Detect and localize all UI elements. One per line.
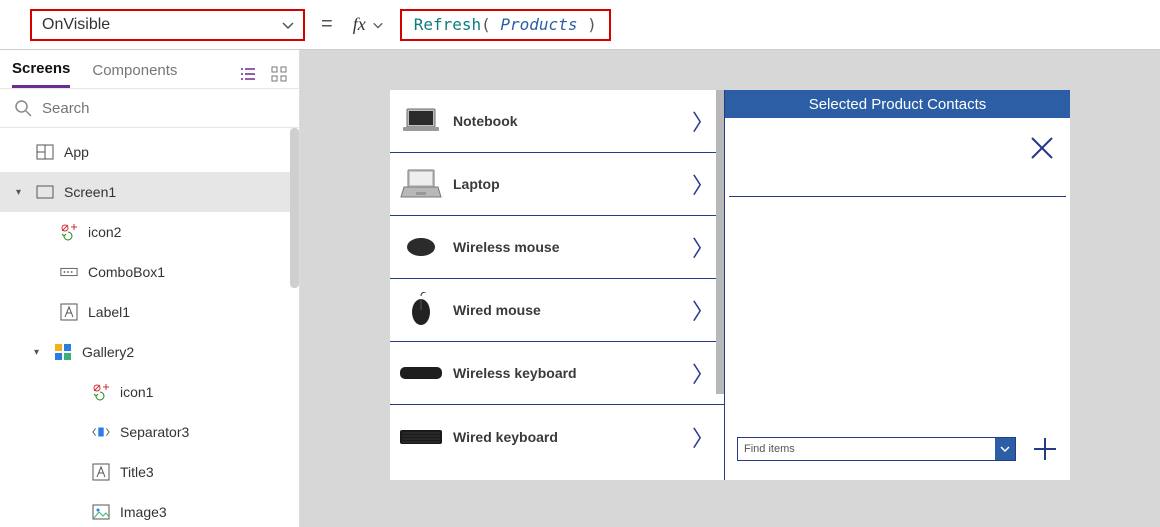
tab-screens[interactable]: Screens xyxy=(12,60,70,88)
gallery-item[interactable]: Wired mouse 〉 xyxy=(390,279,724,342)
tree-gallery2-label: Gallery2 xyxy=(82,344,134,360)
tree-icon1[interactable]: icon1 xyxy=(0,372,299,412)
app-icon xyxy=(36,143,54,161)
tree-icon1-label: icon1 xyxy=(120,384,153,400)
notebook-image xyxy=(398,101,443,141)
app-screen: Notebook 〉 Laptop 〉 Wireless mouse 〉 xyxy=(390,90,1070,480)
panel-tabs: Screens Components xyxy=(0,50,299,88)
tree-image3-label: Image3 xyxy=(120,504,167,520)
gallery-item-label: Wireless keyboard xyxy=(453,365,682,381)
tree-combobox1[interactable]: ComboBox1 xyxy=(0,252,299,292)
tree-title3-label: Title3 xyxy=(120,464,154,480)
chevron-down-icon xyxy=(995,438,1015,460)
gallery-item-label: Notebook xyxy=(453,113,682,129)
paren-open: ( xyxy=(481,15,500,34)
paren-close: ) xyxy=(577,15,596,34)
separator xyxy=(729,196,1066,197)
wired-keyboard-image xyxy=(398,417,443,457)
close-icon[interactable] xyxy=(1028,134,1056,162)
formula-bar: OnVisible = fx Refresh( Products ) xyxy=(0,0,1160,50)
wired-mouse-image xyxy=(398,290,443,330)
detail-header: Selected Product Contacts xyxy=(725,90,1070,118)
gallery-icon xyxy=(54,343,72,361)
grid-view-icon[interactable] xyxy=(271,66,287,82)
gallery-item[interactable]: Notebook 〉 xyxy=(390,90,724,153)
tree-combobox1-label: ComboBox1 xyxy=(88,264,165,280)
gallery-item-label: Laptop xyxy=(453,176,682,192)
chevron-right-icon: 〉 xyxy=(692,421,714,453)
chevron-down-icon xyxy=(372,19,384,31)
list-view-icon[interactable] xyxy=(239,66,257,82)
canvas: Notebook 〉 Laptop 〉 Wireless mouse 〉 xyxy=(300,50,1160,527)
tree-app-label: App xyxy=(64,144,89,160)
scrollbar[interactable] xyxy=(716,90,724,394)
tree-label1[interactable]: Label1 xyxy=(0,292,299,332)
gallery-item[interactable]: Wired keyboard 〉 xyxy=(390,405,724,468)
tab-components[interactable]: Components xyxy=(92,62,177,87)
tree-screen1[interactable]: ▾ Screen1 xyxy=(0,172,299,212)
tree-screen1-label: Screen1 xyxy=(64,184,116,200)
label-icon xyxy=(92,463,110,481)
detail-body xyxy=(725,118,1070,426)
chevron-right-icon: 〉 xyxy=(692,231,714,263)
property-dropdown[interactable]: OnVisible xyxy=(30,9,305,41)
left-panel: Screens Components xyxy=(0,50,300,527)
tree-separator3[interactable]: Separator3 xyxy=(0,412,299,452)
tree-image3[interactable]: Image3 xyxy=(0,492,299,527)
equals-label: = xyxy=(317,13,337,36)
chevron-right-icon: 〉 xyxy=(692,105,714,137)
fx-dropdown[interactable]: fx xyxy=(349,14,388,35)
tree-icon2[interactable]: icon2 xyxy=(0,212,299,252)
label-icon xyxy=(60,303,78,321)
caret-icon: ▾ xyxy=(34,347,44,358)
gallery-item-label: Wired keyboard xyxy=(453,429,682,445)
tree-separator3-label: Separator3 xyxy=(120,424,189,440)
gallery-item[interactable]: Wireless mouse 〉 xyxy=(390,216,724,279)
chevron-down-icon xyxy=(281,18,295,32)
chevron-right-icon: 〉 xyxy=(692,294,714,326)
gallery-item[interactable]: Wireless keyboard 〉 xyxy=(390,342,724,405)
chevron-right-icon: 〉 xyxy=(692,357,714,389)
reload-icon xyxy=(60,223,78,241)
formula-ident: Products xyxy=(500,15,577,34)
reload-icon xyxy=(92,383,110,401)
keyboard-image xyxy=(398,353,443,393)
combobox[interactable]: Find items xyxy=(737,437,1016,461)
property-name: OnVisible xyxy=(42,16,110,34)
screen-icon xyxy=(36,185,54,199)
image-icon xyxy=(92,504,110,520)
formula-input[interactable]: Refresh( Products ) xyxy=(400,9,611,41)
tree-app[interactable]: App xyxy=(0,132,299,172)
detail-footer: Find items xyxy=(725,426,1070,480)
tree-gallery2[interactable]: ▾ Gallery2 xyxy=(0,332,299,372)
gallery-item-label: Wired mouse xyxy=(453,302,682,318)
search-row xyxy=(0,88,299,128)
scrollbar[interactable] xyxy=(290,128,299,288)
fx-label: fx xyxy=(353,14,366,35)
tree-title3[interactable]: Title3 xyxy=(0,452,299,492)
tree-view: App ▾ Screen1 icon2 ComboBox1 xyxy=(0,128,299,527)
formula-fn: Refresh xyxy=(414,15,481,34)
tree-icon2-label: icon2 xyxy=(88,224,121,240)
search-input[interactable] xyxy=(42,100,285,117)
gallery: Notebook 〉 Laptop 〉 Wireless mouse 〉 xyxy=(390,90,725,480)
gallery-item-label: Wireless mouse xyxy=(453,239,682,255)
mouse-image xyxy=(398,227,443,267)
separator-icon xyxy=(92,425,110,439)
detail-pane: Selected Product Contacts Find items xyxy=(725,90,1070,480)
laptop-image xyxy=(398,164,443,204)
search-icon xyxy=(14,99,32,117)
combobox-placeholder: Find items xyxy=(744,443,795,455)
gallery-item[interactable]: Laptop 〉 xyxy=(390,153,724,216)
caret-icon: ▾ xyxy=(16,187,26,198)
chevron-right-icon: 〉 xyxy=(692,168,714,200)
add-icon[interactable] xyxy=(1032,436,1058,462)
combobox-icon xyxy=(60,265,78,279)
tree-label1-label: Label1 xyxy=(88,304,130,320)
